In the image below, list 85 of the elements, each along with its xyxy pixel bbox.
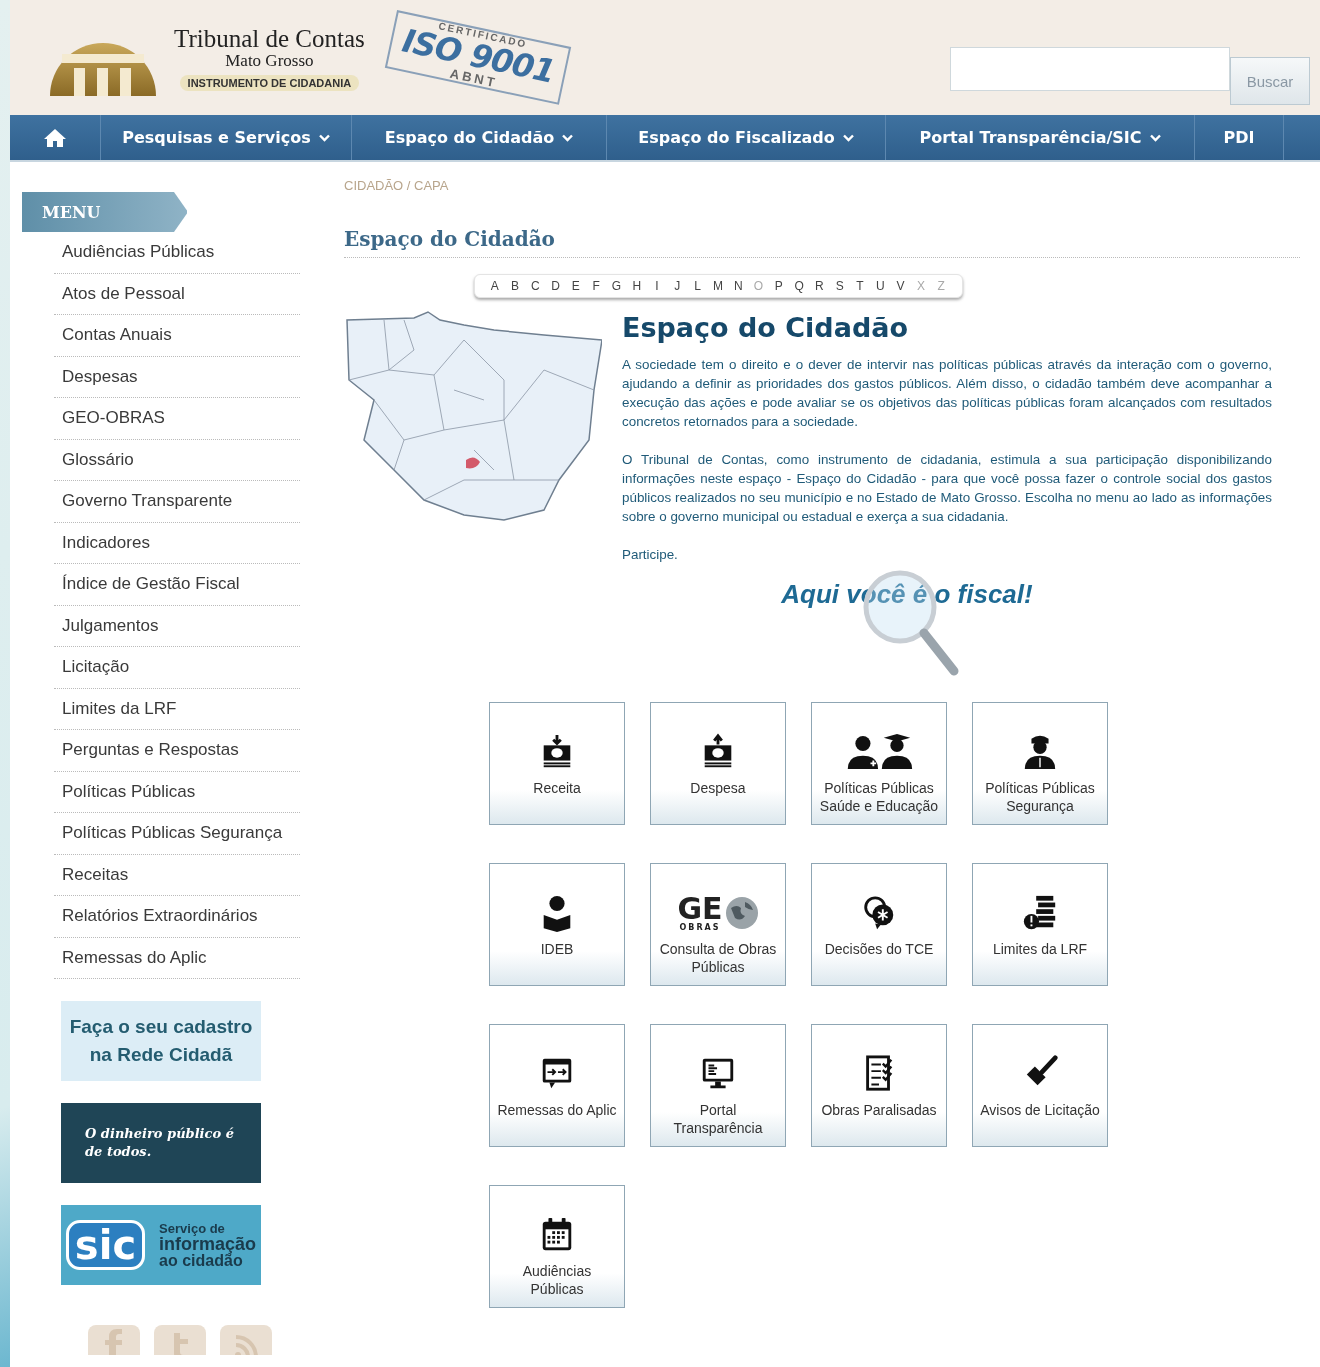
alphabet-letter[interactable]: S xyxy=(830,279,851,293)
alphabet-letter[interactable]: Q xyxy=(789,279,810,293)
sidebar-menu-item[interactable]: Glossário xyxy=(62,449,134,470)
sidebar-menu-item[interactable]: Atos de Pessoal xyxy=(62,283,185,304)
alphabet-letter[interactable]: D xyxy=(545,279,567,293)
breadcrumb: CIDADÃO / CAPA xyxy=(344,178,450,193)
alphabet-letter: Z xyxy=(936,279,947,293)
tagline: INSTRUMENTO DE CIDADANIA xyxy=(179,74,360,91)
sidebar-menu-item[interactable]: Licitação xyxy=(62,657,130,678)
service-tile[interactable]: Receita xyxy=(489,702,625,825)
twitter-icon[interactable] xyxy=(154,1325,206,1355)
caret-icon xyxy=(318,133,330,142)
organization-name: Tribunal de Contas xyxy=(174,24,365,53)
alphabet-letter[interactable]: A xyxy=(485,279,506,293)
nav-menu-item[interactable]: Espaço do Cidadão xyxy=(352,115,607,160)
alphabet-letter[interactable]: M xyxy=(708,279,729,293)
page-title: Espaço do Cidadão xyxy=(344,227,1300,258)
sidebar-menu-item[interactable]: Contas Anuais xyxy=(62,325,172,346)
alphabet-letter[interactable]: E xyxy=(566,279,587,293)
service-tile[interactable]: Obras Paralisadas xyxy=(811,1024,947,1147)
caret-icon xyxy=(562,133,574,142)
menu-heading: MENU xyxy=(22,192,187,232)
sic-logo[interactable]: sic xyxy=(65,1220,146,1270)
sidebar-menu-item[interactable]: Despesas xyxy=(62,366,138,387)
alphabet-letter: O xyxy=(752,279,766,293)
sidebar-menu-item[interactable]: Índice de Gestão Fiscal xyxy=(62,574,240,595)
alphabet-letter[interactable]: H xyxy=(627,279,648,293)
campaign-banner[interactable]: O dinheiro público é de todos. xyxy=(61,1103,261,1183)
alphabet-letter[interactable]: T xyxy=(850,279,871,293)
coin-stack-icon xyxy=(1022,894,1058,932)
service-tile[interactable]: Audiências Públicas xyxy=(489,1185,625,1308)
organization-state: Mato Grosso xyxy=(225,50,314,71)
sidebar-menu-item[interactable]: Audiências Públicas xyxy=(62,242,215,263)
facebook-icon[interactable] xyxy=(88,1325,140,1355)
sidebar-menu-item[interactable]: Relatórios Extraordinários xyxy=(62,906,258,927)
alphabet-letter[interactable]: G xyxy=(606,279,628,293)
alphabet-letter[interactable]: B xyxy=(505,279,526,293)
sidebar-menu-item[interactable]: Julgamentos xyxy=(62,615,159,636)
alphabet-letter[interactable]: V xyxy=(890,279,912,293)
alphabet-letter[interactable]: J xyxy=(667,279,688,293)
sidebar-menu-item[interactable]: Políticas Públicas Segurança xyxy=(62,823,283,844)
police-officer-icon xyxy=(1022,733,1058,771)
alphabet-letter[interactable]: F xyxy=(586,279,607,293)
alphabet-letter: X xyxy=(915,279,927,293)
alphabet-letter[interactable]: I xyxy=(647,279,668,293)
service-tile[interactable]: Remessas do Aplic xyxy=(489,1024,625,1147)
sidebar-menu-item[interactable]: GEO-OBRAS xyxy=(62,408,165,429)
paragraph: O Tribunal de Contas, como instrumento de cidadania, estimula a sua participação disponibilizando informações neste espaço - Espaço do Cidadão - para que você possa fazer o controle social dos gastos públicos realizados no seu município e no Estado de Mato Grosso. Escolha no menu ao lado as informações sobre o governo municipal ou estadual e exerça a sua cidadania. xyxy=(622,451,1272,526)
nav-menu-item[interactable]: Pesquisas e Serviços xyxy=(101,115,352,160)
sidebar-menu-item[interactable]: Receitas xyxy=(62,864,129,885)
sidebar-menu-item[interactable]: Remessas do Aplic xyxy=(62,947,207,968)
service-tile[interactable]: Despesa xyxy=(650,702,786,825)
sidebar-menu-item[interactable]: Governo Transparente xyxy=(62,491,233,512)
service-tile[interactable]: Políticas Públicas Saúde e Educação xyxy=(811,702,947,825)
service-tile[interactable]: Decisões do TCE xyxy=(811,863,947,986)
caret-icon xyxy=(1149,133,1161,142)
nav-menu-item[interactable]: Portal Transparência/SIC xyxy=(886,115,1195,160)
service-tile[interactable]: Políticas Públicas Segurança xyxy=(972,702,1108,825)
caret-icon xyxy=(842,133,854,142)
service-tile[interactable]: Limites da LRF xyxy=(972,863,1108,986)
alphabet-letter[interactable]: P xyxy=(769,279,790,293)
alphabet-letter[interactable]: R xyxy=(809,279,831,293)
paragraph: Participe. xyxy=(622,546,679,564)
paragraph: A sociedade tem o direito e o dever de intervir nas políticas públicas através da interação com o governo, ajudando a definir as prioridades dos gastos públicos. Além disso, o cidadão também deve acompanhar a execução das ações e pode avaliar se os objetivos das políticas públicas foram alcançados com resultados concretos retornados para a sociedade. xyxy=(622,356,1272,431)
alphabet-letter[interactable]: C xyxy=(525,279,546,293)
signup-banner[interactable]: Faça o seu cadastro na Rede Cidadã xyxy=(61,1001,261,1081)
nav-menu-item[interactable]: Espaço do Fiscalizado xyxy=(607,115,886,160)
sidebar-menu-item[interactable]: Indicadores xyxy=(62,532,150,553)
sidebar-menu-item[interactable]: Perguntas e Respostas xyxy=(62,740,239,761)
home-icon[interactable] xyxy=(43,127,67,148)
search-field[interactable] xyxy=(950,47,1230,91)
service-tile[interactable]: GE OBRAS Consulta de Obras Públicas xyxy=(650,863,786,986)
rss-icon[interactable] xyxy=(220,1325,272,1355)
section-heading: Espaço do Cidadão xyxy=(622,312,909,343)
service-tile[interactable]: Portal Transparência xyxy=(650,1024,786,1147)
nav-menu-item[interactable]: PDI xyxy=(1195,115,1284,160)
alphabet-letter[interactable]: N xyxy=(728,279,749,293)
service-tile[interactable]: Avisos de Licitação xyxy=(972,1024,1108,1147)
alphabet-letter[interactable]: U xyxy=(870,279,891,293)
geo-obras-logo: GE OBRAS xyxy=(677,894,759,932)
sidebar-menu-item[interactable]: Limites da LRF xyxy=(62,698,177,719)
sidebar-menu-item[interactable]: Políticas Públicas xyxy=(62,781,196,802)
service-tile[interactable]: IDEB xyxy=(489,863,625,986)
alphabet-letter[interactable]: L xyxy=(687,279,709,293)
sic-banner-text[interactable]: Serviço de informação ao cidadão xyxy=(159,1221,257,1269)
